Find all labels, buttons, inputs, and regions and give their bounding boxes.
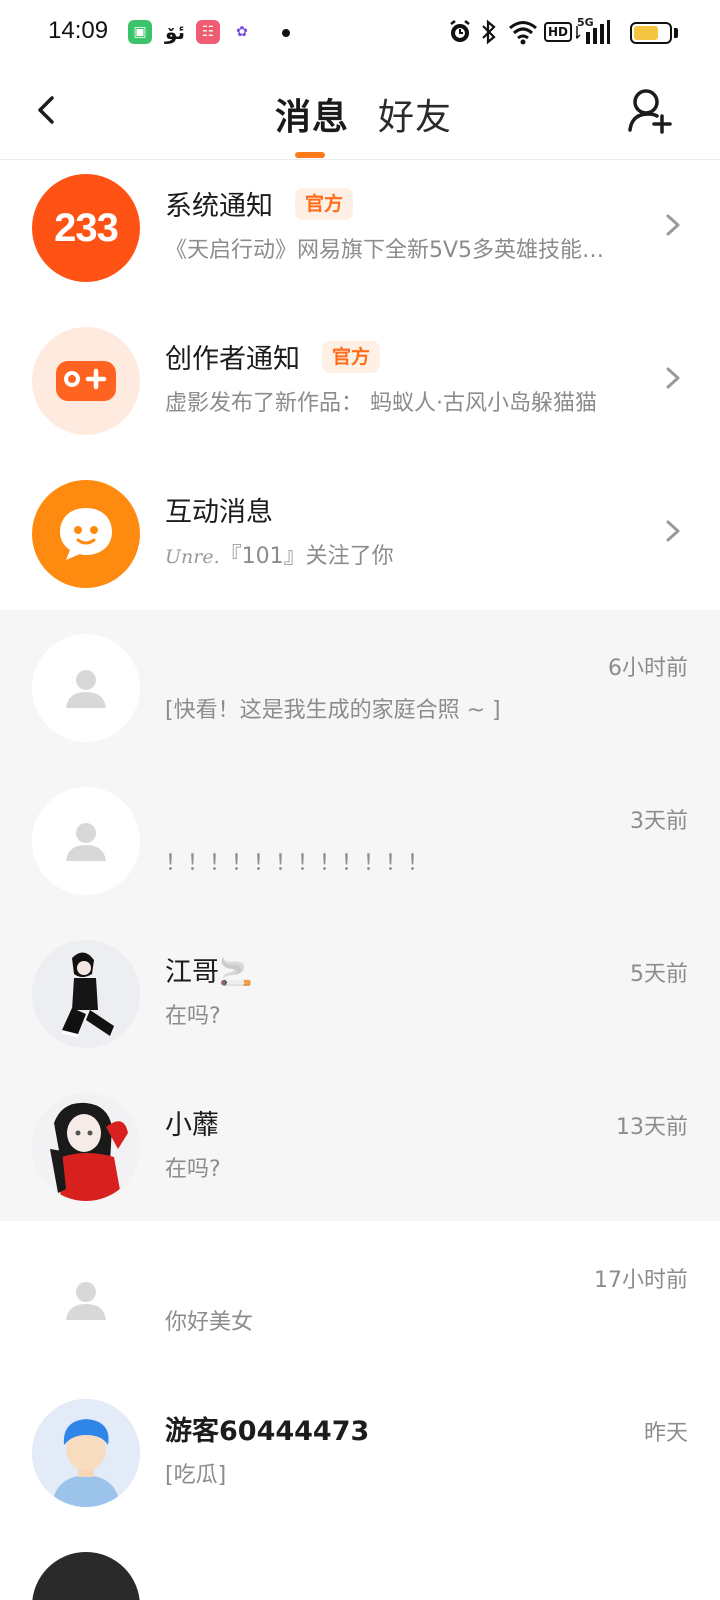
status-time: 14:09 <box>48 17 109 44</box>
row-title: 系统通知 <box>165 191 273 222</box>
system-notice-avatar: 233 <box>32 174 140 282</box>
add-user-icon <box>628 89 672 134</box>
chevron-right-icon <box>666 520 680 542</box>
conversation-time: 17小时前 <box>594 1268 688 1293</box>
conversation-row[interactable]: 17小时前 你好美女 <box>0 1222 720 1378</box>
system-notice-row[interactable]: 233 系统通知 官方 《天启行动》网易旗下全新5V5多英雄技能… <box>0 150 720 306</box>
user-avatar <box>32 940 140 1048</box>
conversation-row[interactable]: 江哥🚬 5天前 在吗? <box>0 916 720 1072</box>
row-title: 创作者通知 <box>165 344 300 375</box>
conversation-row[interactable]: 3天前 ！！！！！！！！！！！！ <box>0 763 720 919</box>
wifi-icon <box>508 18 538 46</box>
app-notification-icon: ✿ <box>230 20 254 44</box>
conversation-row[interactable]: 小蘼 13天前 在吗? <box>0 1069 720 1225</box>
default-user-icon <box>66 823 106 861</box>
chevron-right-icon <box>666 214 680 236</box>
conversation-name: 小蘼 <box>165 1110 219 1141</box>
default-user-icon <box>66 1282 106 1320</box>
conversation-time: 6小时前 <box>608 656 688 681</box>
interaction-avatar <box>32 480 140 588</box>
user-avatar <box>32 1399 140 1507</box>
top-nav: 消息 好友 <box>0 64 720 160</box>
creator-notice-row[interactable]: 创作者通知 官方 虚影发布了新作品： 蚂蚁人·古风小岛躲猫猫 <box>0 303 720 459</box>
tab-friends[interactable]: 好友 <box>378 88 452 140</box>
conversation-preview: 在吗? <box>165 1157 221 1182</box>
conversation-time: 13天前 <box>616 1115 688 1140</box>
conversation-name: 江哥🚬 <box>165 957 253 988</box>
conversation-preview: [吃瓜] <box>165 1463 227 1488</box>
back-button[interactable] <box>30 88 66 132</box>
default-user-avatar <box>32 787 140 895</box>
conversation-preview: 在吗? <box>165 1004 221 1029</box>
user-avatar <box>32 1093 140 1201</box>
conversation-preview: [快看！这是我生成的家庭合照 ~ ] <box>165 698 501 723</box>
app-notification-icon: ▣ <box>128 20 152 44</box>
official-badge: 官方 <box>322 340 381 373</box>
anime-avatar-red <box>32 1093 140 1201</box>
tab-messages[interactable]: 消息 <box>275 88 349 140</box>
conversation-time: 昨天 <box>643 1421 688 1446</box>
bluetooth-icon <box>480 18 498 46</box>
default-user-avatar <box>32 634 140 742</box>
user-avatar <box>32 1552 140 1600</box>
conversation-row[interactable]: 游客60444473 昨天 [吃瓜] <box>0 1375 720 1531</box>
status-bar: 14:09 ▣ ئۆ ☷ ✿ HD 5G <box>0 0 720 64</box>
chevron-right-icon <box>666 367 680 389</box>
alarm-icon <box>448 18 472 46</box>
app-logo-233-icon: 233 <box>54 205 119 250</box>
row-subtitle: Unre.『101』关注了你 <box>165 538 394 570</box>
battery-cap <box>674 28 678 38</box>
follow-notice-text: 『101』关注了你 <box>219 544 394 569</box>
hd-icon: HD <box>544 18 573 46</box>
conversation-row[interactable]: 6小时前 [快看！这是我生成的家庭合照 ~ ] <box>0 610 720 766</box>
conversation-name: 游客60444473 <box>165 1416 370 1447</box>
chevron-left-icon <box>38 96 54 124</box>
conversation-preview: ！！！！！！！！！！！！ <box>165 851 430 876</box>
conversation-preview: 你好美女 <box>165 1310 254 1335</box>
app-notification-icon: ☷ <box>196 20 220 44</box>
more-notifications-icon <box>282 29 290 37</box>
conversation-time: 5天前 <box>630 962 688 987</box>
network-type: 5G <box>577 16 594 29</box>
anime-avatar-dark <box>32 940 140 1048</box>
official-badge: 官方 <box>295 187 354 220</box>
follower-name: Unre. <box>165 546 220 568</box>
interaction-message-row[interactable]: 互动消息 Unre.『101』关注了你 <box>0 456 720 612</box>
default-user-avatar <box>32 1246 140 1354</box>
row-subtitle: 《天启行动》网易旗下全新5V5多英雄技能… <box>165 238 605 263</box>
app-notification-icon: ئۆ <box>164 20 186 44</box>
creator-notice-avatar <box>32 327 140 435</box>
conversation-time: 3天前 <box>630 809 688 834</box>
add-friend-button[interactable] <box>628 86 676 136</box>
guest-avatar-icon <box>32 1399 140 1507</box>
default-user-icon <box>66 670 106 708</box>
battery-level-fill <box>634 26 658 40</box>
row-title: 互动消息 <box>165 497 273 528</box>
conversation-row[interactable] <box>0 1528 720 1600</box>
chat-bubble-face-icon <box>60 508 112 560</box>
gamepad-plus-icon <box>56 361 116 401</box>
row-subtitle: 虚影发布了新作品： 蚂蚁人·古风小岛躲猫猫 <box>165 391 597 416</box>
battery-icon <box>630 22 672 44</box>
